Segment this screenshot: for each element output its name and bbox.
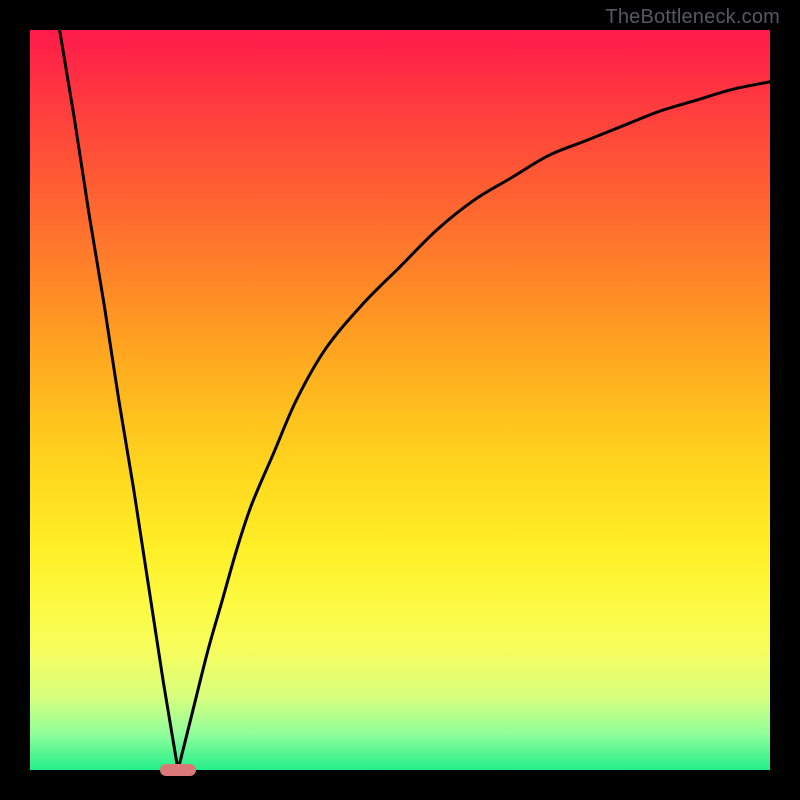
chart-frame: TheBottleneck.com: [0, 0, 800, 800]
curve-right-branch: [178, 82, 770, 770]
curve-left-branch: [60, 30, 178, 770]
plot-area: [30, 30, 770, 770]
minimum-marker: [160, 764, 196, 776]
watermark-text: TheBottleneck.com: [605, 6, 780, 29]
curve-layer: [30, 30, 770, 770]
